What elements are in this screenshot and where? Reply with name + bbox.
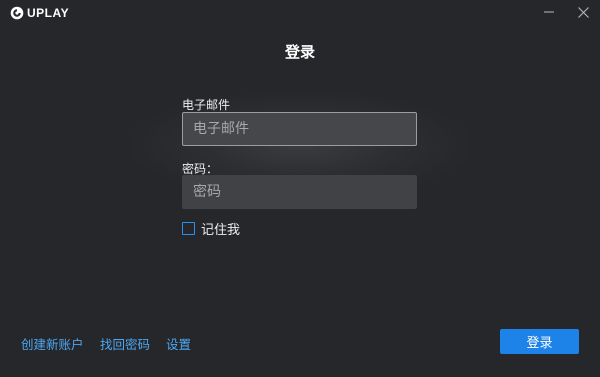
remember-me-toggle[interactable]: 记住我: [182, 221, 241, 238]
page-title: 登录: [284, 43, 315, 61]
minimize-icon: [544, 11, 554, 13]
login-window: UPLAY 登录 电子邮件 密码： 记住我 创建新账户 找回密码 设置 登录: [0, 0, 600, 377]
login-button[interactable]: 登录: [500, 329, 579, 354]
email-field[interactable]: [182, 112, 417, 146]
password-field[interactable]: [182, 175, 417, 209]
recover-password-link[interactable]: 找回密码: [100, 334, 150, 353]
create-account-link[interactable]: 创建新账户: [21, 334, 84, 353]
minimize-button[interactable]: [538, 2, 560, 22]
app-logo: UPLAY: [10, 5, 69, 21]
uplay-swirl-icon: [10, 6, 24, 20]
remember-me-checkbox[interactable]: [182, 222, 195, 235]
close-button[interactable]: [572, 2, 594, 22]
logo-text: UPLAY: [27, 6, 70, 20]
email-label: 电子邮件: [182, 98, 231, 112]
settings-link[interactable]: 设置: [166, 334, 191, 353]
close-icon: [577, 6, 589, 18]
remember-me-label: 记住我: [201, 223, 241, 238]
